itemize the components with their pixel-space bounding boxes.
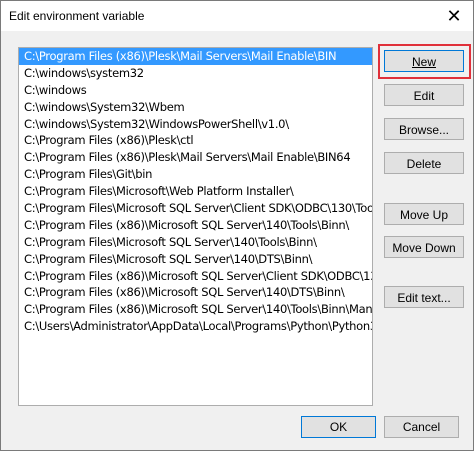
ok-button-label: OK (329, 420, 348, 434)
edit-text-button-label: Edit text... (397, 291, 451, 305)
move-down-button[interactable]: Move Down (384, 236, 464, 258)
title-bar: Edit environment variable ✕ (1, 1, 473, 31)
move-up-button-label: Move Up (399, 208, 449, 222)
browse-button[interactable]: Browse... (384, 118, 464, 140)
edit-button-label: Edit (413, 89, 435, 103)
path-list-item[interactable]: C:\Program Files\Microsoft SQL Server\14… (19, 251, 372, 268)
path-list-item[interactable]: C:\windows\System32\Wbem (19, 99, 372, 116)
close-icon[interactable]: ✕ (443, 5, 465, 27)
ok-button[interactable]: OK (301, 416, 376, 438)
path-list-item[interactable]: C:\Program Files\Git\bin (19, 166, 372, 183)
new-button-label: New (411, 55, 436, 69)
path-list-item[interactable]: C:\Program Files (x86)\Microsoft SQL Ser… (19, 284, 372, 301)
path-list-item[interactable]: C:\Program Files (x86)\Microsoft SQL Ser… (19, 217, 372, 234)
path-list-item[interactable]: C:\windows\system32 (19, 65, 372, 82)
edit-text-button[interactable]: Edit text... (384, 286, 464, 308)
move-up-button[interactable]: Move Up (384, 203, 464, 225)
delete-button-label: Delete (406, 157, 442, 171)
path-list-item[interactable]: C:\Program Files (x86)\Plesk\Mail Server… (19, 149, 372, 166)
path-list[interactable]: C:\Program Files (x86)\Plesk\Mail Server… (18, 47, 373, 406)
cancel-button[interactable]: Cancel (384, 416, 459, 438)
browse-button-label: Browse... (398, 123, 449, 137)
path-list-item[interactable]: C:\Program Files (x86)\Plesk\Mail Server… (19, 48, 372, 65)
new-button[interactable]: New (384, 50, 464, 72)
path-list-item[interactable]: C:\Program Files (x86)\Plesk\ctl (19, 132, 372, 149)
path-list-item[interactable]: C:\windows (19, 82, 372, 99)
path-list-item[interactable]: C:\Program Files\Microsoft SQL Server\Cl… (19, 200, 372, 217)
path-list-item[interactable]: C:\Users\Administrator\AppData\Local\Pro… (19, 318, 372, 335)
dialog-title: Edit environment variable (9, 9, 145, 23)
path-list-item[interactable]: C:\Program Files (x86)\Microsoft SQL Ser… (19, 268, 372, 285)
path-list-item[interactable]: C:\Program Files (x86)\Microsoft SQL Ser… (19, 301, 372, 318)
move-down-button-label: Move Down (392, 241, 456, 255)
path-list-item[interactable]: C:\Program Files\Microsoft\Web Platform … (19, 183, 372, 200)
cancel-button-label: Cancel (402, 420, 441, 434)
path-list-item[interactable]: C:\Program Files\Microsoft SQL Server\14… (19, 234, 372, 251)
delete-button[interactable]: Delete (384, 152, 464, 174)
edit-environment-variable-dialog: Edit environment variable ✕ C:\Program F… (0, 0, 474, 451)
edit-button[interactable]: Edit (384, 84, 464, 106)
dialog-body: C:\Program Files (x86)\Plesk\Mail Server… (1, 31, 473, 450)
path-list-item[interactable]: C:\windows\System32\WindowsPowerShell\v1… (19, 116, 372, 133)
